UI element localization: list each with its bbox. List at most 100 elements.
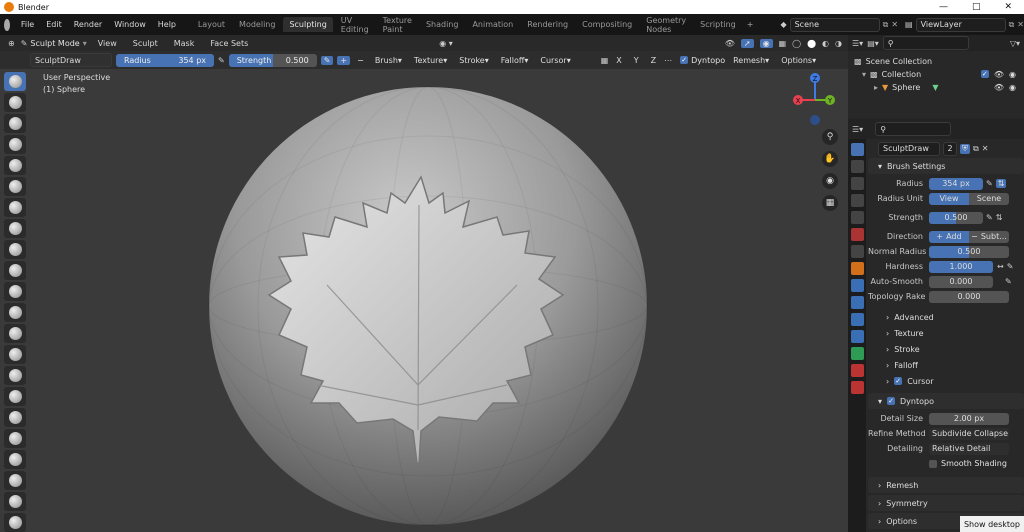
outliner-collection[interactable]: ▾ ▩ Collection ✓ 👁 ◉ — [848, 68, 1024, 81]
menu-mask[interactable]: Mask — [169, 37, 200, 50]
material-tab-icon[interactable] — [850, 364, 864, 377]
pen-pressure-icon[interactable]: ✎ — [218, 56, 225, 65]
hardness-field[interactable]: 1.000 — [929, 260, 993, 273]
grid-ortho-icon[interactable]: ▦ — [822, 195, 838, 211]
tab-sculpting[interactable]: Sculpting — [283, 17, 333, 32]
tab-uv-editing[interactable]: UV Editing — [335, 13, 375, 37]
texture-tab-icon[interactable] — [850, 381, 864, 394]
scene-icon[interactable]: ◆ — [780, 20, 786, 29]
tab-geometry-nodes[interactable]: Geometry Nodes — [640, 13, 692, 37]
shading-rendered-icon[interactable]: ◑ — [835, 39, 842, 48]
tab-compositing[interactable]: Compositing — [576, 17, 638, 32]
strength-slider[interactable]: Strength 0.500 — [228, 53, 317, 67]
strength-prop-field[interactable]: 0.500 — [929, 211, 983, 224]
tool-snake-hook[interactable] — [4, 429, 26, 448]
symmetry-y-button[interactable]: Y — [629, 53, 643, 67]
radius-unit-scene-button[interactable]: Scene — [969, 192, 1009, 205]
direction-add-prop-button[interactable]: + Add — [929, 230, 969, 243]
remesh-menu[interactable]: Remesh ▾ — [729, 53, 774, 67]
visibility-icon[interactable]: 👁 — [725, 39, 735, 48]
tool-smooth[interactable] — [4, 261, 26, 280]
shading-material-icon[interactable]: ◐ — [822, 39, 829, 48]
outliner-search-input[interactable]: ⚲ — [882, 36, 969, 50]
falloff-subpanel[interactable]: › Falloff — [868, 357, 1024, 373]
pressure-icon[interactable]: ✎ — [1007, 262, 1014, 271]
display-mode-icon[interactable]: ▤▾ — [867, 39, 879, 48]
detailing-dropdown[interactable]: Relative Detail — [929, 442, 1009, 455]
3d-viewport[interactable]: ⊕ ✎ Sculpt Mode ▾ View Sculpt Mask Face … — [0, 35, 848, 532]
tab-layout[interactable]: Layout — [192, 17, 231, 32]
navigation-gizmo[interactable]: Z X Y — [790, 70, 840, 130]
add-workspace-button[interactable]: + — [744, 20, 757, 29]
tool-scrape[interactable] — [4, 324, 26, 343]
pan-hand-icon[interactable]: ✋ — [822, 151, 838, 167]
modifier-tab-icon[interactable] — [850, 279, 864, 292]
symmetry-settings-icon[interactable]: ⋯ — [664, 56, 672, 65]
brush-selector[interactable]: SculptDraw — [30, 53, 112, 67]
collection-tab-icon[interactable] — [850, 245, 864, 258]
direction-add-button[interactable]: + — [337, 55, 351, 65]
tool-pinch[interactable] — [4, 366, 26, 385]
strength-pressure-icon[interactable]: ✎ — [320, 55, 334, 65]
scene-copy-icon[interactable]: ⧉ — [883, 20, 889, 30]
view-layer-close-icon[interactable]: ✕ — [1017, 20, 1024, 29]
tab-texture-paint[interactable]: Texture Paint — [377, 13, 418, 37]
eye-icon[interactable]: 👁 — [994, 70, 1004, 79]
radius-unit-view-button[interactable]: View — [929, 192, 969, 205]
tool-crease[interactable] — [4, 240, 26, 259]
filter-icon[interactable]: ▽▾ — [1010, 39, 1020, 48]
smooth-shading-checkbox[interactable] — [929, 459, 937, 468]
menu-render[interactable]: Render — [69, 18, 107, 31]
outliner-scene-collection[interactable]: ▩ Scene Collection — [848, 55, 1024, 68]
tool-clay-thumb[interactable] — [4, 156, 26, 175]
normal-radius-field[interactable]: 0.500 — [929, 245, 1009, 258]
tool-multiplane-scrape[interactable] — [4, 345, 26, 364]
symmetry-x-button[interactable]: X — [612, 53, 626, 67]
brush-datablock[interactable]: SculptDraw — [878, 141, 940, 156]
output-tab-icon[interactable] — [850, 177, 864, 190]
unit-swap-icon[interactable]: ⇅ — [995, 179, 1007, 188]
dyntopo-checkbox[interactable]: ✓ Dyntopo — [680, 56, 725, 65]
pressure-icon[interactable]: ✎ — [986, 213, 993, 222]
scene-close-icon[interactable]: ✕ — [891, 20, 898, 29]
tool-clay[interactable] — [4, 114, 26, 133]
menu-window[interactable]: Window — [109, 18, 151, 31]
tool-pose[interactable] — [4, 471, 26, 490]
texture-subpanel[interactable]: › Texture — [868, 325, 1024, 341]
symmetry-z-button[interactable]: Z — [646, 53, 661, 67]
exclude-checkbox[interactable]: ✓ — [980, 70, 989, 78]
tab-shading[interactable]: Shading — [420, 17, 465, 32]
tool-mask[interactable] — [4, 513, 26, 532]
brush-menu[interactable]: Brush ▾ — [370, 53, 406, 67]
unlink-brush-icon[interactable]: ✕ — [982, 144, 989, 153]
stroke-subpanel[interactable]: › Stroke — [868, 341, 1024, 357]
view-layer-copy-icon[interactable]: ⧉ — [1009, 20, 1015, 30]
tool-tab-icon[interactable] — [850, 143, 864, 156]
transform-orientation-icon[interactable]: ◉ ▾ — [439, 39, 453, 48]
tab-rendering[interactable]: Rendering — [521, 17, 574, 32]
radius-slider[interactable]: Radius 354 px — [116, 53, 214, 67]
options-menu[interactable]: Options ▾ — [777, 53, 821, 67]
camera-view-icon[interactable]: ◉ — [822, 173, 838, 189]
menu-face-sets[interactable]: Face Sets — [205, 37, 253, 50]
tool-flatten[interactable] — [4, 282, 26, 301]
scene-tab-icon[interactable] — [850, 211, 864, 224]
physics-tab-icon[interactable] — [850, 313, 864, 326]
menu-sculpt[interactable]: Sculpt — [128, 37, 163, 50]
menu-help[interactable]: Help — [153, 18, 181, 31]
pressure-icon[interactable]: ✎ — [986, 179, 993, 188]
brush-users-count[interactable]: 2 — [943, 141, 957, 156]
editor-type-icon[interactable]: ⊕ — [8, 39, 15, 48]
maximize-button[interactable]: □ — [972, 2, 981, 12]
camera-icon[interactable]: ◉ — [1009, 70, 1016, 79]
tool-inflate[interactable] — [4, 198, 26, 217]
tool-fill[interactable] — [4, 303, 26, 322]
gizmo-toggle-icon[interactable]: ➚ — [740, 38, 754, 48]
menu-view[interactable]: View — [93, 37, 122, 50]
tool-blob[interactable] — [4, 219, 26, 238]
tool-draw-sharp[interactable] — [4, 93, 26, 112]
detail-size-field[interactable]: 2.00 px — [929, 412, 1009, 425]
mode-selector[interactable]: ✎ Sculpt Mode ▾ — [21, 39, 87, 48]
zoom-icon[interactable]: ⚲ — [822, 129, 838, 145]
mirror-icon[interactable]: ▦ — [601, 56, 609, 65]
